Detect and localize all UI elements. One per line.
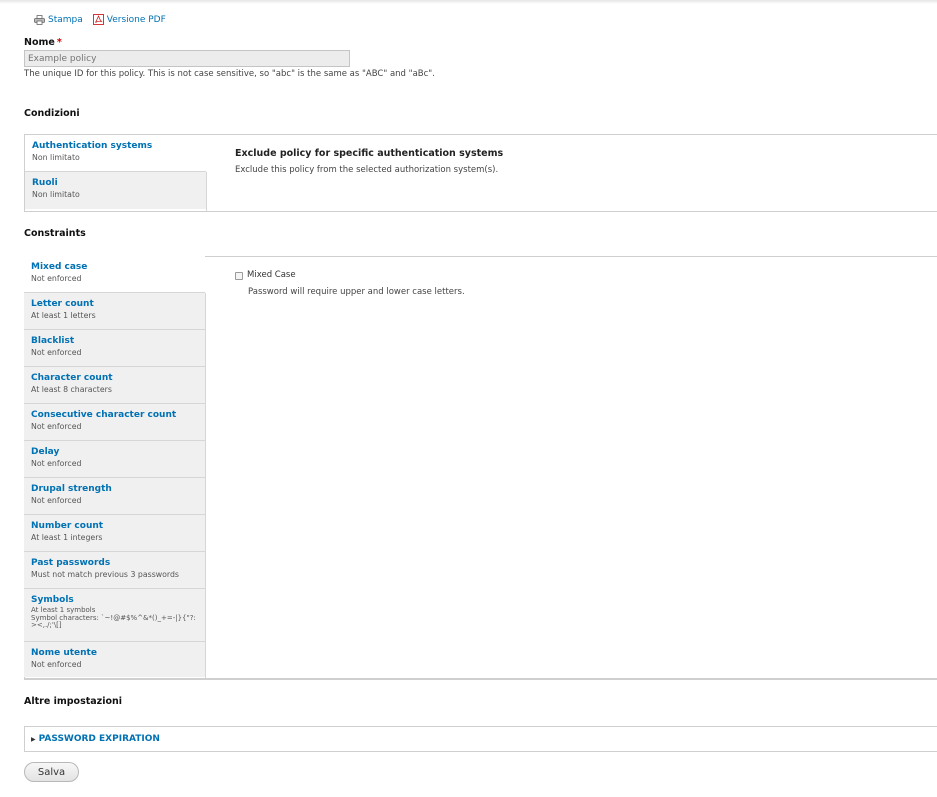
tab-label: Delay (31, 447, 60, 457)
tab-summary: Not enforced (31, 459, 82, 468)
tab-ruoli[interactable]: Ruoli Non limitato (25, 172, 206, 209)
tab-label: Nome utente (31, 648, 97, 658)
password-expiration-label: PASSWORD EXPIRATION (38, 734, 160, 744)
conditions-vertical-tabs: Authentication systems Non limitato Ruol… (24, 134, 937, 212)
tab-summary: Not enforced (31, 422, 82, 431)
tab-summary: At least 1 letters (31, 311, 96, 320)
tab-label: Drupal strength (31, 484, 112, 494)
tab-mixed-case[interactable]: Mixed case Not enforced (24, 256, 205, 293)
tab-label: Number count (31, 521, 104, 531)
tab-label: Mixed case (31, 262, 88, 272)
nome-input[interactable] (24, 50, 350, 67)
bottom-border (24, 678, 937, 679)
tab-delay[interactable]: Delay Not enforced (24, 441, 205, 478)
pdf-link-label: Versione PDF (106, 14, 166, 25)
top-shadow (0, 0, 937, 4)
pane-top-border (205, 256, 937, 257)
mixed-case-description: Password will require upper and lower ca… (248, 287, 465, 297)
tab-summary: Not enforced (31, 274, 82, 283)
password-expiration-details: ▶ PASSWORD EXPIRATION (24, 726, 937, 752)
constraints-vertical-tabs: Mixed case Not enforced Letter count At … (24, 256, 937, 680)
tab-consecutive-character-count[interactable]: Consecutive character count Not enforced (24, 404, 205, 441)
constraints-title: Constraints (24, 228, 86, 239)
nome-label-text: Nome (24, 37, 55, 48)
tab-summary: Not enforced (31, 496, 82, 505)
tab-label: Authentication systems (32, 141, 153, 151)
conditions-pane-title: Exclude policy for specific authenticati… (235, 148, 504, 159)
conditions-pane-description: Exclude this policy from the selected au… (235, 165, 499, 175)
tab-character-count[interactable]: Character count At least 8 characters (24, 367, 205, 404)
tab-symbols[interactable]: Symbols At least 1 symbols Symbol charac… (24, 589, 205, 642)
pdf-icon (92, 14, 104, 25)
password-expiration-summary[interactable]: ▶ PASSWORD EXPIRATION (31, 734, 160, 744)
tab-summary: Non limitato (32, 190, 80, 199)
mixed-case-checkbox[interactable] (235, 272, 243, 280)
tab-blacklist[interactable]: Blacklist Not enforced (24, 330, 205, 367)
tab-divider (205, 293, 206, 679)
tab-summary: At least 8 characters (31, 385, 112, 394)
top-links: Stampa Versione PDF (34, 14, 176, 25)
tab-number-count[interactable]: Number count At least 1 integers (24, 515, 205, 552)
tab-label: Past passwords (31, 558, 111, 568)
constraints-tab-menu: Mixed case Not enforced Letter count At … (24, 256, 205, 677)
tab-label: Symbols (31, 595, 74, 605)
print-link[interactable]: Stampa (34, 15, 83, 25)
tab-summary: Not enforced (31, 348, 82, 357)
tab-letter-count[interactable]: Letter count At least 1 letters (24, 293, 205, 330)
conditions-tab-menu: Authentication systems Non limitato Ruol… (25, 135, 206, 209)
tab-authentication-systems[interactable]: Authentication systems Non limitato (25, 135, 206, 172)
mixed-case-label: Mixed Case (247, 270, 296, 280)
tab-summary: At least 1 symbols Symbol characters: `~… (31, 606, 196, 629)
conditions-title: Condizioni (24, 108, 80, 119)
tab-summary: Non limitato (32, 153, 80, 162)
tab-summary: Not enforced (31, 660, 82, 669)
tab-label: Ruoli (32, 178, 58, 188)
save-button[interactable]: Salva (24, 762, 79, 782)
nome-description: The unique ID for this policy. This is n… (24, 69, 435, 79)
tab-divider (206, 172, 207, 211)
triangle-right-icon: ▶ (31, 735, 36, 743)
pdf-link[interactable]: Versione PDF (92, 14, 166, 25)
printer-icon (34, 14, 45, 25)
print-link-label: Stampa (48, 14, 83, 25)
other-settings-title: Altre impostazioni (24, 696, 123, 707)
tab-label: Consecutive character count (31, 410, 177, 420)
tab-label: Blacklist (31, 336, 75, 346)
tab-summary: Must not match previous 3 passwords (31, 570, 179, 579)
nome-label: Nome * (24, 37, 62, 48)
tab-past-passwords[interactable]: Past passwords Must not match previous 3… (24, 552, 205, 589)
tab-drupal-strength[interactable]: Drupal strength Not enforced (24, 478, 205, 515)
tab-nome-utente[interactable]: Nome utente Not enforced (24, 642, 205, 677)
tab-label: Letter count (31, 299, 94, 309)
tab-label: Character count (31, 373, 113, 383)
tab-summary: At least 1 integers (31, 533, 103, 542)
required-mark: * (56, 37, 62, 48)
